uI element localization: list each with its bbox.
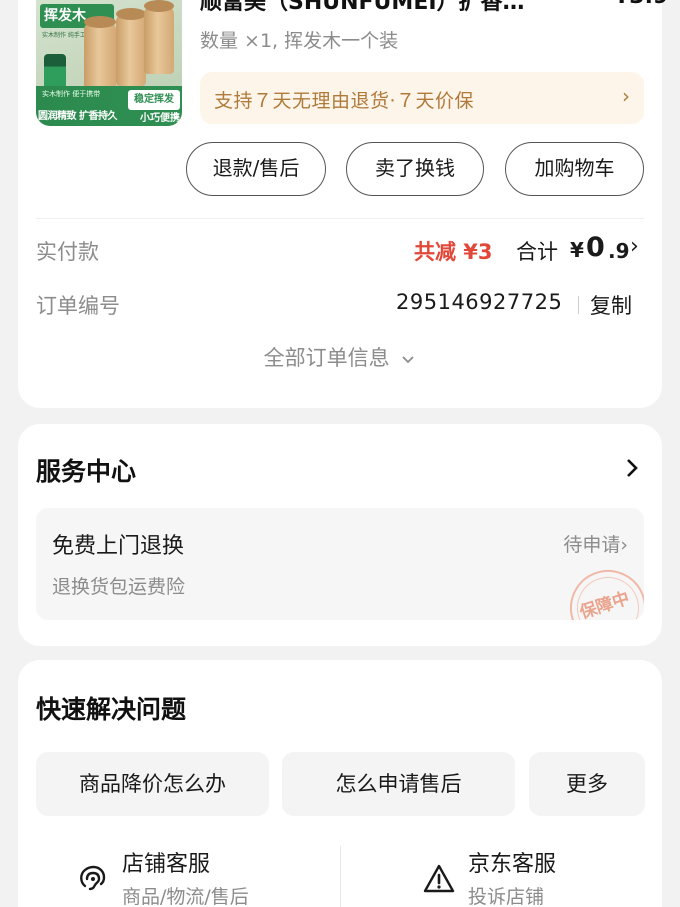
separator xyxy=(578,296,579,314)
price-drop-chip[interactable]: 商品降价怎么办 xyxy=(36,752,269,816)
thumb-strip-line2: 圆润精致 扩香持久 xyxy=(38,111,117,122)
service-item-title: 免费上门退换 xyxy=(52,534,185,559)
protection-stamp: 保障中 xyxy=(560,560,644,620)
product-spec: 数量 ×1, 挥发木一个装 xyxy=(200,30,399,52)
divider xyxy=(36,218,644,219)
headset-icon xyxy=(80,865,106,891)
store-service-name: 店铺客服 xyxy=(122,852,211,877)
product-title[interactable]: 顺富美（SHUNFUMEI）扩香… xyxy=(200,0,560,16)
service-center-title: 服务中心 xyxy=(36,457,137,486)
free-pickup-return-item[interactable]: 免费上门退换 退换货包运费险 待申请› 保障中 xyxy=(36,508,644,620)
discount-amount[interactable]: 共减 ¥3 xyxy=(414,236,493,266)
total-currency[interactable]: ¥ xyxy=(570,238,584,262)
chevron-right-icon[interactable] xyxy=(622,456,642,480)
wood-cylinder xyxy=(84,16,116,92)
thumb-strip-line1: 实木制作 便于携带 xyxy=(42,90,101,98)
sell-button[interactable]: 卖了换钱 xyxy=(346,142,484,196)
return-promise-banner[interactable]: 支持７天无理由退货·７天价保 › xyxy=(200,72,644,124)
thumb-badge2: 小巧便携 xyxy=(140,113,180,124)
service-status[interactable]: 待申请› xyxy=(563,530,628,557)
chevron-right-icon[interactable]: › xyxy=(630,234,639,259)
jd-service-desc: 投诉店铺 xyxy=(468,886,545,907)
service-item-subtitle: 退换货包运费险 xyxy=(52,576,186,598)
product-thumbnail[interactable]: 挥发木 实木制作 纯手工精制 缓释持久 实木制作 便于携带 圆润精致 扩香持久 … xyxy=(36,0,182,126)
add-to-cart-button[interactable]: 加购物车 xyxy=(505,142,644,196)
chevron-right-icon: › xyxy=(620,534,628,556)
paid-label: 实付款 xyxy=(36,240,99,264)
copy-button[interactable]: 复制 xyxy=(590,290,632,320)
quick-solve-card: 快速解决问题 商品降价怎么办 怎么申请售后 更多 店铺客服 商品/物流/售后 京… xyxy=(18,660,662,907)
order-number: 295146927725 xyxy=(396,290,563,314)
apply-aftersale-chip[interactable]: 怎么申请售后 xyxy=(282,752,515,816)
more-chip[interactable]: 更多 xyxy=(529,752,645,816)
service-status-label: 待申请 xyxy=(563,534,621,556)
all-order-info-toggle[interactable]: 全部订单信息 xyxy=(18,342,662,372)
warning-icon xyxy=(423,864,455,893)
thumb-badge: 稳定挥发 xyxy=(128,90,180,110)
product-price: ¥3.9 xyxy=(614,0,668,9)
chevron-right-icon: › xyxy=(622,84,630,108)
wood-cylinder xyxy=(144,0,174,74)
quick-solve-title: 快速解决问题 xyxy=(36,695,187,724)
all-order-info-label: 全部订单信息 xyxy=(263,346,390,370)
total-amount-int[interactable]: 0 xyxy=(586,232,605,263)
wood-cylinder xyxy=(116,8,146,86)
promise-text: 支持７天无理由退货·７天价保 xyxy=(214,90,475,112)
chevron-down-icon xyxy=(402,356,414,364)
total-amount-dec[interactable]: .9 xyxy=(608,239,630,263)
jd-service-name: 京东客服 xyxy=(468,852,557,877)
refund-aftersale-button[interactable]: 退款/售后 xyxy=(186,142,326,196)
total-label[interactable]: 合计 xyxy=(516,236,558,266)
order-card: 挥发木 实木制作 纯手工精制 缓释持久 实木制作 便于携带 圆润精致 扩香持久 … xyxy=(18,0,668,408)
service-center-card: 服务中心 免费上门退换 退换货包运费险 待申请› 保障中 xyxy=(18,424,662,646)
order-number-label: 订单编号 xyxy=(36,294,120,318)
store-service-desc: 商品/物流/售后 xyxy=(122,886,249,907)
divider xyxy=(340,846,341,907)
